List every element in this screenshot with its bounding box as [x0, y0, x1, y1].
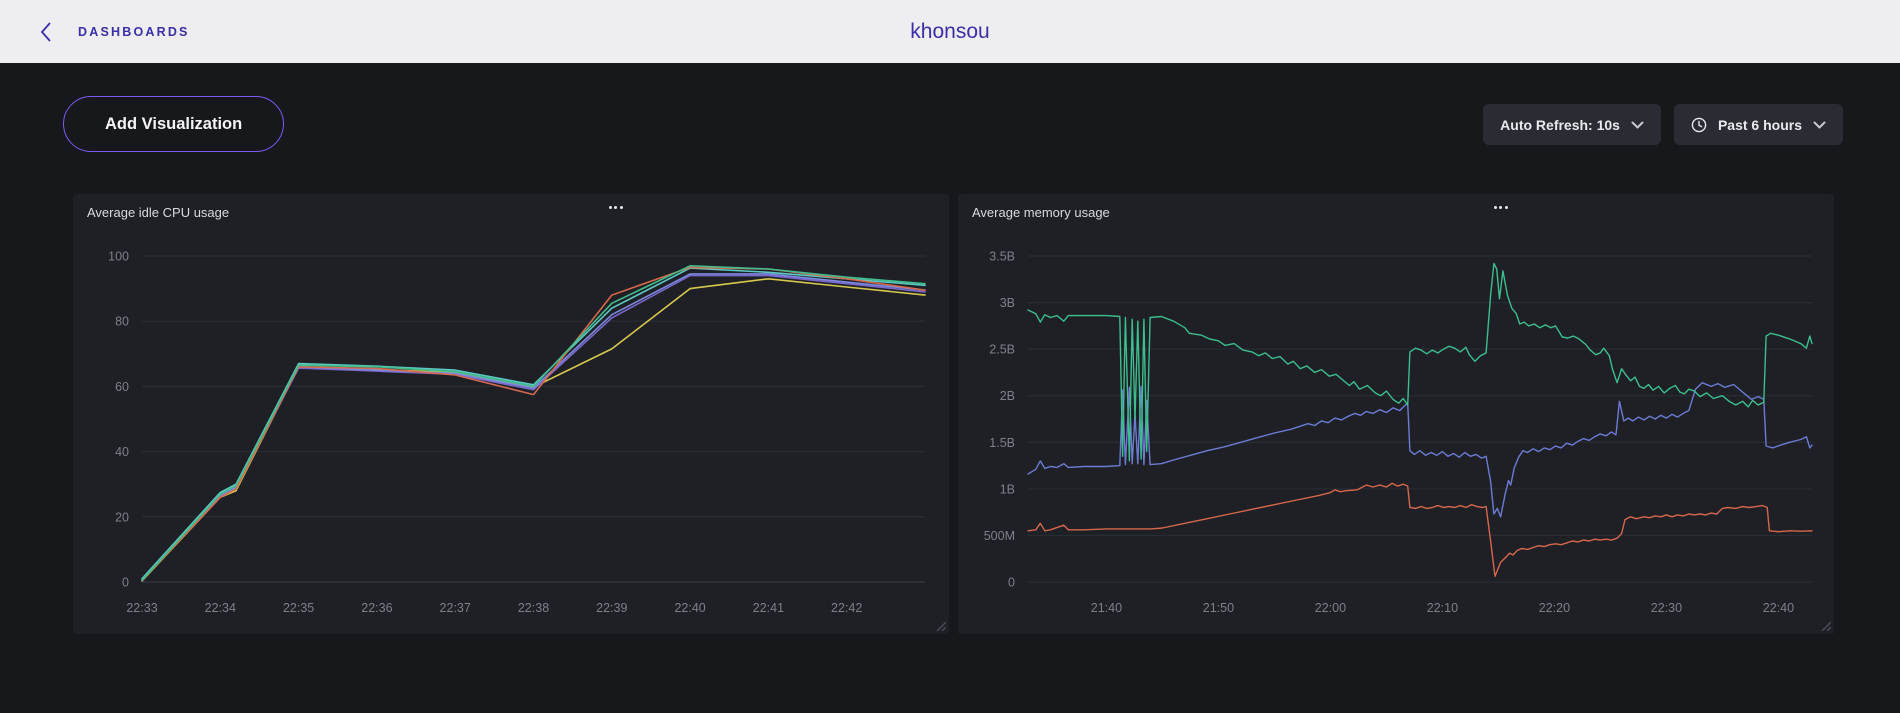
chevron-down-icon: [1813, 121, 1826, 129]
page-title: khonsou: [910, 0, 989, 63]
chevron-left-icon: [39, 21, 53, 43]
y-axis-label: 2.5B: [989, 343, 1015, 357]
x-axis-label: 22:38: [518, 601, 549, 615]
x-axis-label: 22:20: [1539, 601, 1570, 615]
line-series-blue: [142, 274, 925, 581]
auto-refresh-dropdown[interactable]: Auto Refresh: 10s: [1483, 104, 1661, 145]
x-axis-label: 22:39: [596, 601, 627, 615]
line-series-green: [1028, 264, 1812, 461]
y-axis-label: 20: [115, 510, 129, 524]
x-axis-label: 22:10: [1427, 601, 1458, 615]
y-axis-label: 1.5B: [989, 436, 1015, 450]
x-axis-label: 22:40: [674, 601, 705, 615]
line-series-orange: [1028, 483, 1812, 576]
y-axis-label: 40: [115, 445, 129, 459]
toolbar-right-group: Auto Refresh: 10s Past 6 hours: [1483, 104, 1843, 145]
line-series-yellow: [142, 279, 925, 581]
y-axis-label: 100: [108, 250, 129, 264]
panel-resize-handle[interactable]: [1818, 618, 1831, 631]
x-axis-label: 22:35: [283, 601, 314, 615]
y-axis-label: 1B: [1000, 482, 1015, 496]
y-axis-label: 60: [115, 380, 129, 394]
time-range-label: Past 6 hours: [1718, 117, 1802, 133]
add-visualization-button[interactable]: Add Visualization: [63, 96, 284, 152]
memory-usage-line-chart[interactable]: 0 500M 1B 1.5B 2B 2.5B 3B 3.5B 21:40 21:50 22:00 22…: [958, 194, 1834, 634]
y-axis-label: 80: [115, 315, 129, 329]
top-bar: DASHBOARDS khonsou: [0, 0, 1900, 63]
x-axis-label: 22:42: [831, 601, 862, 615]
y-axis-label: 3B: [1000, 296, 1015, 310]
panel-resize-handle[interactable]: [933, 618, 946, 631]
auto-refresh-label: Auto Refresh: 10s: [1500, 117, 1620, 133]
y-axis-label: 500M: [984, 529, 1015, 543]
kebab-horizontal-icon: [1494, 206, 1508, 209]
panel-menu-button[interactable]: [1488, 200, 1514, 215]
clock-icon: [1691, 117, 1707, 133]
x-axis-label: 22:34: [205, 601, 236, 615]
panel-menu-button[interactable]: [603, 200, 629, 215]
x-axis-label: 21:40: [1091, 601, 1122, 615]
panel-title: Average memory usage: [972, 205, 1110, 220]
panel-average-memory-usage: Average memory usage 0 500M 1B 1.5B 2B 2.5B 3B…: [958, 194, 1834, 634]
line-series-green: [142, 266, 925, 581]
x-axis-label: 22:30: [1651, 601, 1682, 615]
cpu-usage-line-chart[interactable]: 0 20 40 60 80 100 22:33 22:34 22:35 22:36 22:37 22:…: [73, 194, 949, 634]
y-axis-label: 2B: [1000, 389, 1015, 403]
panel-average-idle-cpu-usage: Average idle CPU usage 0 20 40 60 80 100 22:33…: [73, 194, 949, 634]
chevron-down-icon: [1631, 121, 1644, 129]
kebab-horizontal-icon: [609, 206, 623, 209]
line-series-cyan: [142, 268, 925, 579]
x-axis-label: 22:40: [1763, 601, 1794, 615]
back-button[interactable]: [24, 0, 68, 63]
y-axis-label: 3.5B: [989, 250, 1015, 264]
panel-title: Average idle CPU usage: [87, 205, 229, 220]
x-axis-label: 22:00: [1315, 601, 1346, 615]
x-axis-label: 22:41: [753, 601, 784, 615]
dashboard-page: { "header": { "breadcrumb": "DASHBOARDS"…: [0, 0, 1900, 713]
line-series-red: [142, 267, 925, 580]
y-axis-label: 0: [1008, 576, 1015, 590]
y-axis-label: 0: [122, 576, 129, 590]
x-axis-label: 22:33: [126, 601, 157, 615]
x-axis-label: 22:37: [440, 601, 471, 615]
breadcrumb[interactable]: DASHBOARDS: [78, 0, 190, 63]
time-range-dropdown[interactable]: Past 6 hours: [1674, 104, 1843, 145]
x-axis-label: 22:36: [361, 601, 392, 615]
x-axis-label: 21:50: [1203, 601, 1234, 615]
